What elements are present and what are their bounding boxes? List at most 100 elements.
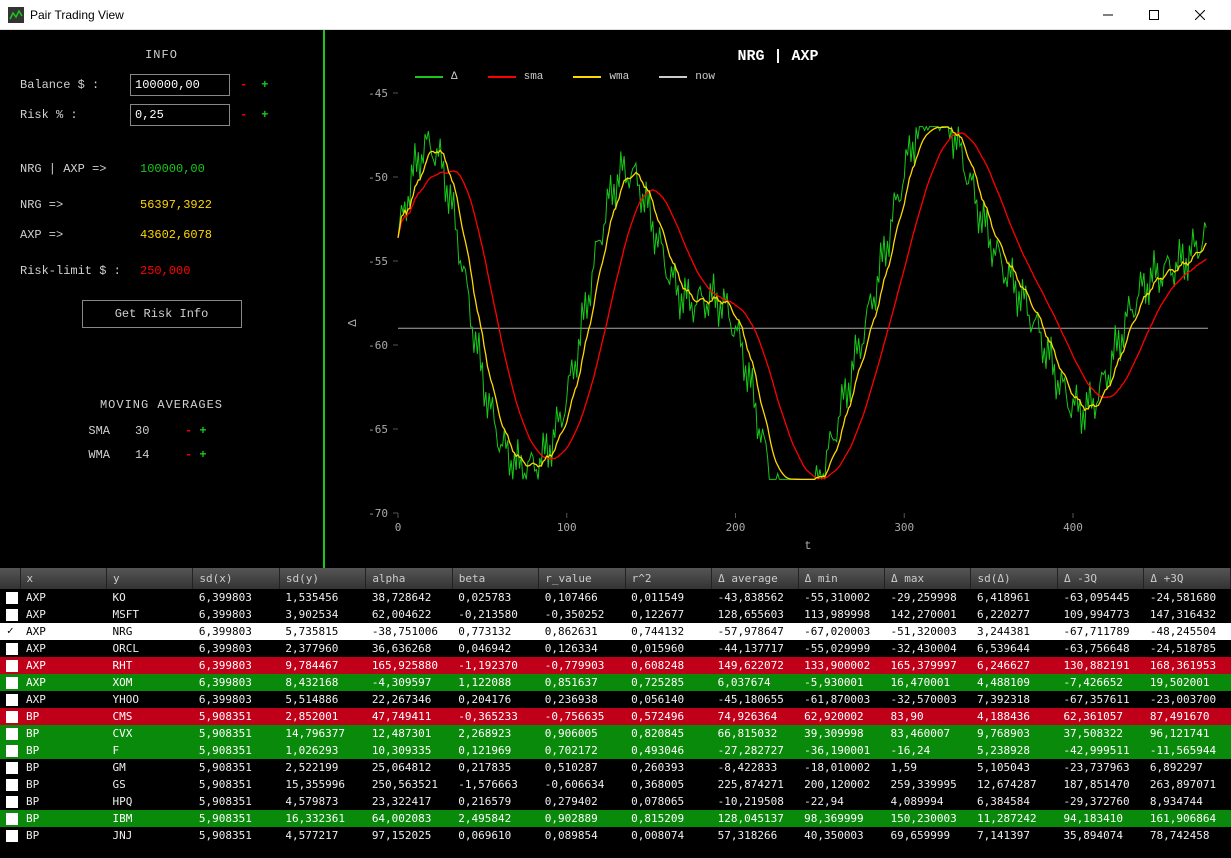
svg-text:0: 0 <box>395 521 402 534</box>
get-risk-info-button[interactable]: Get Risk Info <box>82 300 242 328</box>
legend-delta: Δ <box>451 71 458 83</box>
pair-value: 100000,00 <box>140 162 205 176</box>
table-row[interactable]: AXPXOM6,3998038,432168-4,3095971,1220880… <box>0 674 1231 691</box>
risklimit-value: 250,000 <box>140 264 190 278</box>
balance-plus[interactable]: + <box>261 78 268 92</box>
table-row[interactable]: BPCMS5,9083512,85200147,749411-0,365233-… <box>0 708 1231 725</box>
column-header[interactable] <box>0 568 20 589</box>
column-header[interactable]: Δ +3Q <box>1144 568 1231 589</box>
svg-text:300: 300 <box>894 521 914 534</box>
data-table: xysd(x)sd(y)alphabetar_valuer^2Δ average… <box>0 568 1231 844</box>
row-checkbox[interactable] <box>6 711 18 723</box>
table-row[interactable]: BPGM5,9083512,52219925,0648120,2178350,5… <box>0 759 1231 776</box>
sma-plus[interactable]: + <box>199 424 206 438</box>
column-header[interactable]: sd(y) <box>279 568 365 589</box>
svg-text:-55: -55 <box>368 255 388 268</box>
table-row[interactable]: BPCVX5,90835114,79637712,4873012,2689230… <box>0 725 1231 742</box>
svg-text:200: 200 <box>726 521 746 534</box>
column-header[interactable]: Δ -3Q <box>1057 568 1143 589</box>
column-header[interactable]: sd(x) <box>193 568 279 589</box>
column-header[interactable]: beta <box>452 568 538 589</box>
row-checkbox[interactable] <box>6 677 18 689</box>
sma-value: 30 <box>135 424 185 438</box>
sym2-label: AXP => <box>20 228 140 242</box>
table-row[interactable]: BPHPQ5,9083514,57987323,3224170,2165790,… <box>0 793 1231 810</box>
svg-text:-65: -65 <box>368 423 388 436</box>
table-row[interactable]: BPGS5,90835115,355996250,563521-1,576663… <box>0 776 1231 793</box>
row-checkbox[interactable] <box>6 592 18 604</box>
chart-plot[interactable]: -70 -65 -60 -55 -50 -45 0 100 200 300 400 Δ t <box>335 83 1221 553</box>
table-row[interactable]: AXPKO6,3998031,53545638,7286420,0257830,… <box>0 589 1231 606</box>
balance-label: Balance $ : <box>20 78 130 92</box>
svg-text:400: 400 <box>1063 521 1083 534</box>
wma-label: WMA <box>20 448 110 462</box>
titlebar: Pair Trading View <box>0 0 1231 30</box>
info-heading: INFO <box>20 48 303 62</box>
sym2-value: 43602,6078 <box>140 228 212 242</box>
risk-input[interactable] <box>130 104 230 126</box>
y-axis-label: Δ <box>346 319 360 327</box>
window-title: Pair Trading View <box>30 8 124 22</box>
svg-text:-70: -70 <box>368 507 388 520</box>
table-row[interactable]: BPIBM5,90835116,33236164,0020832,4958420… <box>0 810 1231 827</box>
row-checkbox[interactable] <box>6 728 18 740</box>
table-row[interactable]: AXPMSFT6,3998033,90253462,004622-0,21358… <box>0 606 1231 623</box>
row-checkbox[interactable] <box>6 660 18 672</box>
balance-input[interactable] <box>130 74 230 96</box>
chart-area: NRG | AXP Δ sma wma now -70-65-60-55-50-… <box>325 30 1231 568</box>
svg-text:-45: -45 <box>368 87 388 100</box>
row-checkbox[interactable] <box>6 762 18 774</box>
data-table-scroll[interactable]: xysd(x)sd(y)alphabetar_valuer^2Δ average… <box>0 568 1231 858</box>
row-checkbox[interactable] <box>6 643 18 655</box>
minimize-button[interactable] <box>1085 0 1131 30</box>
x-axis-label: t <box>804 539 811 553</box>
legend-now: now <box>695 71 715 83</box>
column-header[interactable]: r^2 <box>625 568 711 589</box>
sma-minus[interactable]: - <box>185 424 192 438</box>
legend-sma: sma <box>524 71 544 83</box>
table-row[interactable]: AXPYHOO6,3998035,51488622,2673460,204176… <box>0 691 1231 708</box>
table-row[interactable]: AXPNRG6,3998035,735815-38,7510060,773132… <box>0 623 1231 640</box>
risk-plus[interactable]: + <box>261 108 268 122</box>
balance-minus[interactable]: - <box>240 78 247 92</box>
row-checkbox[interactable] <box>6 830 18 842</box>
column-header[interactable]: alpha <box>366 568 452 589</box>
column-header[interactable]: y <box>106 568 192 589</box>
row-checkbox[interactable] <box>6 609 18 621</box>
svg-text:100: 100 <box>557 521 577 534</box>
sym1-value: 56397,3922 <box>140 198 212 212</box>
table-row[interactable]: BPF5,9083511,02629310,3093350,1219690,70… <box>0 742 1231 759</box>
risk-label: Risk % : <box>20 108 130 122</box>
table-row[interactable]: AXPRHT6,3998039,784467165,925880-1,19237… <box>0 657 1231 674</box>
wma-value: 14 <box>135 448 185 462</box>
sidebar: INFO Balance $ : - + Risk % : - + <box>0 30 325 568</box>
table-row[interactable]: BPJNJ5,9083514,57721797,1520250,0696100,… <box>0 827 1231 844</box>
column-header[interactable]: x <box>20 568 106 589</box>
row-checkbox[interactable] <box>6 745 18 757</box>
row-checkbox[interactable] <box>6 796 18 808</box>
sma-label: SMA <box>20 424 110 438</box>
svg-text:-60: -60 <box>368 339 388 352</box>
sym1-label: NRG => <box>20 198 140 212</box>
svg-text:-50: -50 <box>368 171 388 184</box>
wma-minus[interactable]: - <box>185 448 192 462</box>
wma-plus[interactable]: + <box>199 448 206 462</box>
chart-title: NRG | AXP <box>335 48 1221 65</box>
column-header[interactable]: Δ max <box>885 568 971 589</box>
close-button[interactable] <box>1177 0 1223 30</box>
chart-legend: Δ sma wma now <box>415 71 1221 83</box>
column-header[interactable]: Δ min <box>798 568 884 589</box>
column-header[interactable]: Δ average <box>712 568 798 589</box>
column-header[interactable]: sd(Δ) <box>971 568 1057 589</box>
row-checkbox[interactable] <box>6 813 18 825</box>
column-header[interactable]: r_value <box>539 568 625 589</box>
ma-heading: MOVING AVERAGES <box>20 398 303 412</box>
row-checkbox[interactable] <box>6 626 18 638</box>
risklimit-label: Risk-limit $ : <box>20 264 140 278</box>
row-checkbox[interactable] <box>6 779 18 791</box>
risk-minus[interactable]: - <box>240 108 247 122</box>
row-checkbox[interactable] <box>6 694 18 706</box>
table-row[interactable]: AXPORCL6,3998032,37796036,6362680,046942… <box>0 640 1231 657</box>
legend-wma: wma <box>609 71 629 83</box>
maximize-button[interactable] <box>1131 0 1177 30</box>
